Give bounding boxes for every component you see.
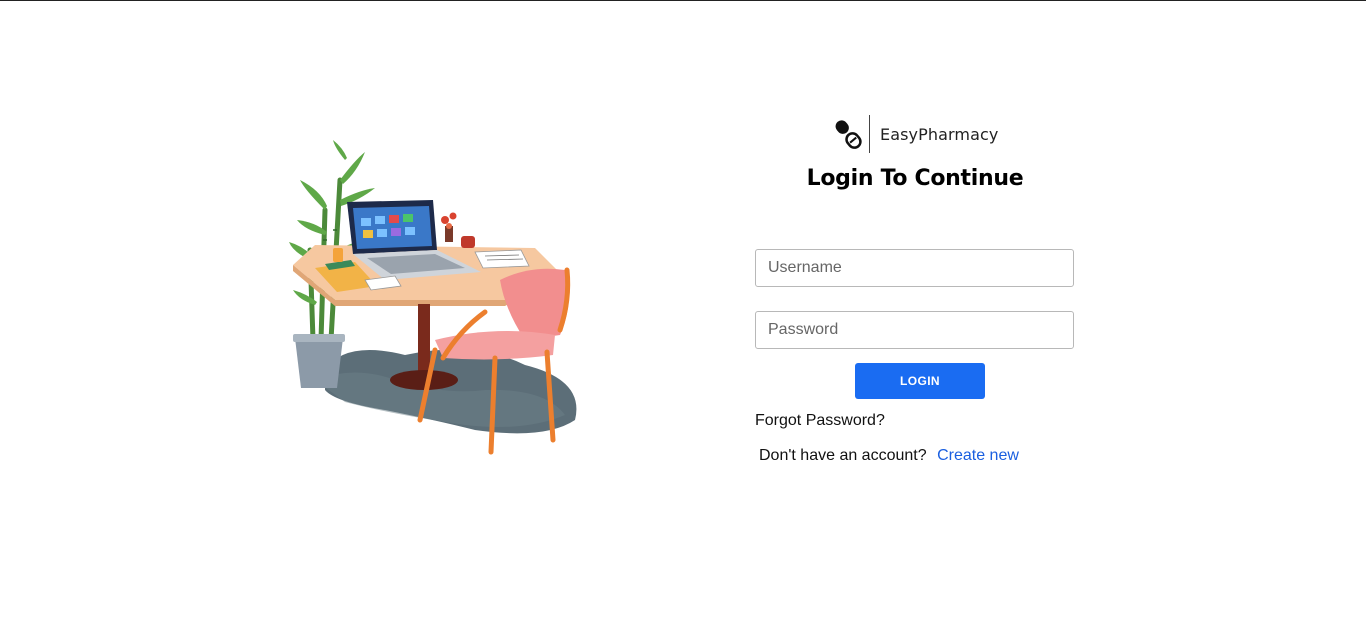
top-border-line	[0, 0, 1366, 1]
brand-name: EasyPharmacy	[880, 124, 999, 144]
signup-row: Don't have an account? Create new	[759, 447, 1019, 465]
page-title: Login To Continue	[806, 166, 1024, 191]
desk-workspace-illustration	[285, 140, 595, 460]
brand-divider	[869, 115, 870, 153]
create-account-link[interactable]: Create new	[937, 447, 1019, 464]
username-input[interactable]	[755, 249, 1074, 287]
password-input[interactable]	[755, 311, 1074, 349]
pill-capsule-icon	[835, 120, 862, 149]
no-account-text: Don't have an account?	[759, 447, 927, 464]
brand-logo: EasyPharmacy	[833, 114, 998, 154]
forgot-password-link[interactable]: Forgot Password?	[755, 412, 885, 430]
login-button[interactable]: LOGIN	[855, 363, 985, 399]
